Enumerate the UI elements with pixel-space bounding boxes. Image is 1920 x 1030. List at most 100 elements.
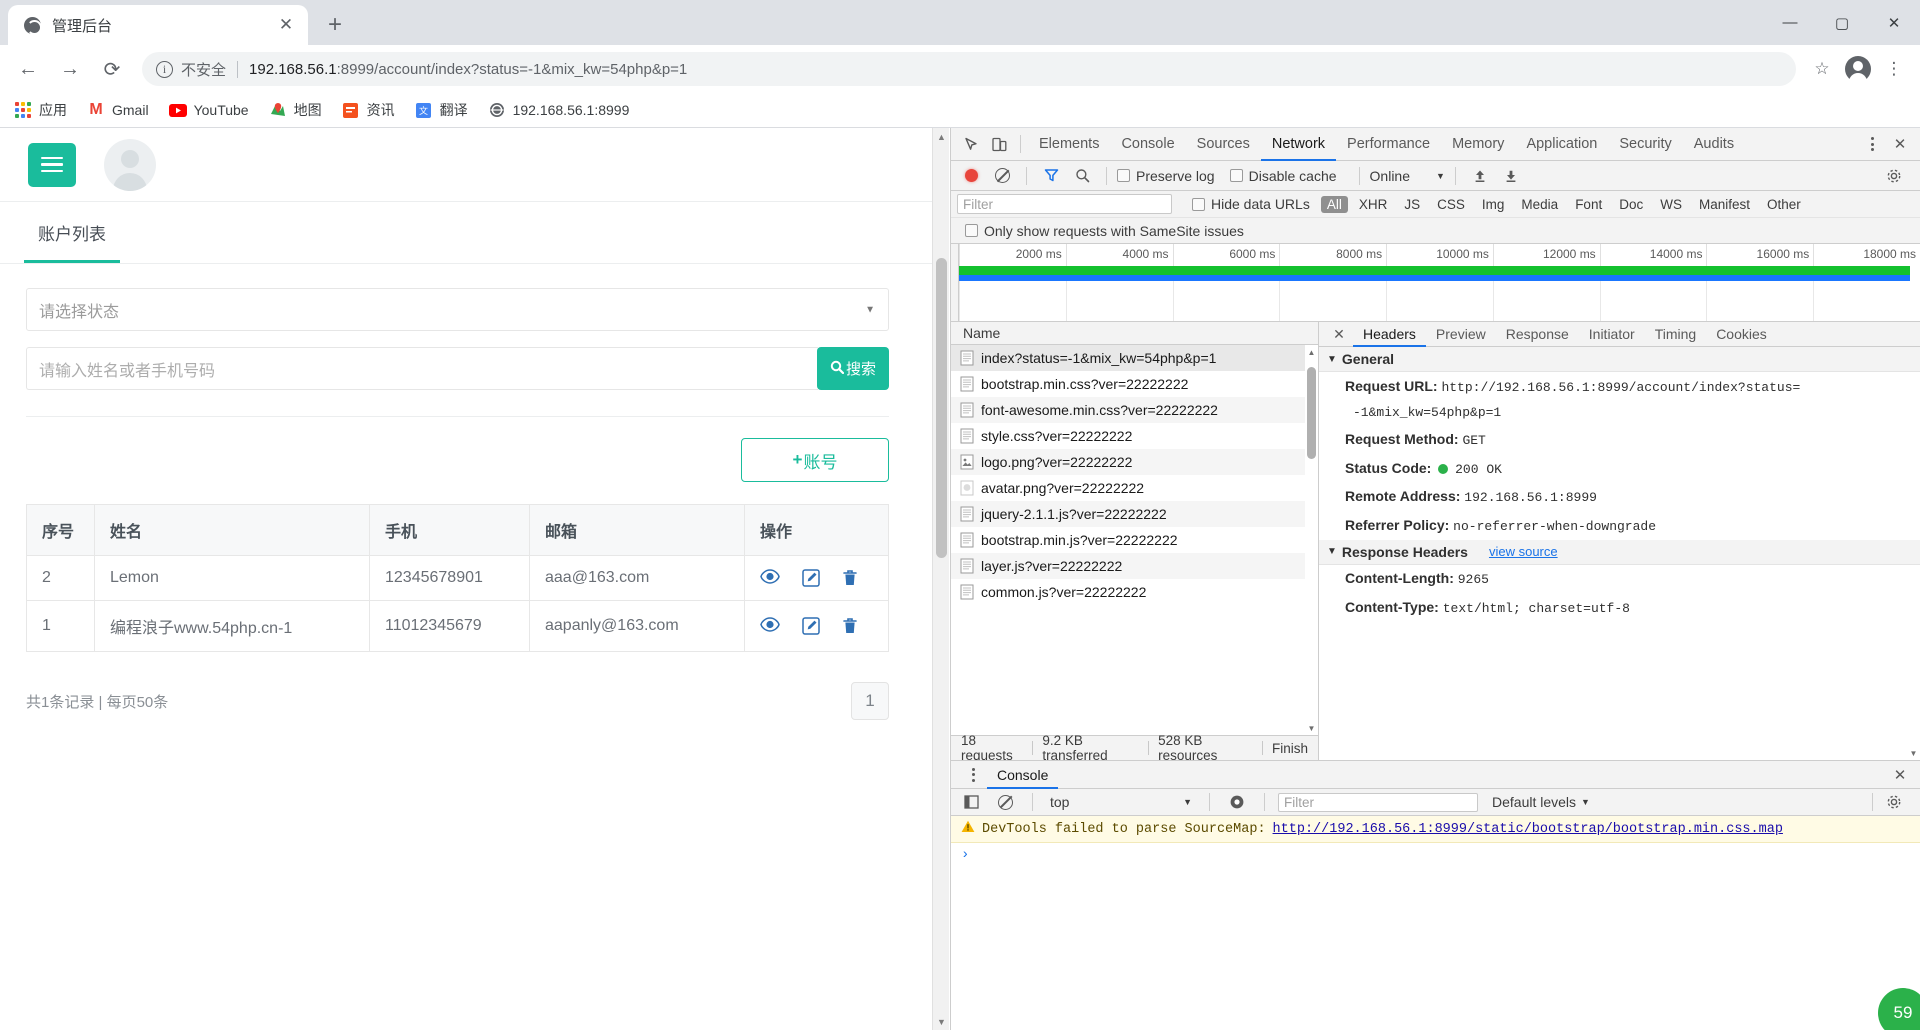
type-filter-other[interactable]: Other <box>1761 196 1807 213</box>
type-filter-manifest[interactable]: Manifest <box>1693 196 1756 213</box>
funnel-icon[interactable] <box>1037 163 1065 189</box>
profile-avatar-icon[interactable] <box>1842 53 1874 85</box>
gear-icon[interactable] <box>1880 789 1908 815</box>
type-filter-xhr[interactable]: XHR <box>1353 196 1394 213</box>
tab-network[interactable]: Network <box>1261 128 1336 161</box>
more-options-icon[interactable] <box>1858 131 1886 157</box>
add-account-button[interactable]: + 账号 <box>741 438 889 482</box>
disable-cache-checkbox[interactable]: Disable cache <box>1229 168 1349 184</box>
type-filter-ws[interactable]: WS <box>1654 196 1688 213</box>
bookmark-news[interactable]: 资讯 <box>342 100 395 120</box>
network-overview[interactable]: 2000 ms 4000 ms 6000 ms 8000 ms 10000 ms… <box>951 244 1920 322</box>
scroll-up-icon[interactable]: ▲ <box>1305 345 1318 359</box>
console-filter-input[interactable]: Filter <box>1278 792 1478 812</box>
pagination-page-1[interactable]: 1 <box>851 682 889 720</box>
tab-console[interactable]: Console <box>1110 128 1185 161</box>
edit-icon[interactable] <box>802 569 820 587</box>
list-item[interactable]: common.js?ver=22222222 <box>951 579 1318 605</box>
scrollbar-thumb[interactable] <box>936 258 947 558</box>
forward-icon[interactable]: → <box>52 51 88 87</box>
clear-icon[interactable] <box>988 163 1016 189</box>
list-item[interactable]: bootstrap.min.css?ver=22222222 <box>951 371 1318 397</box>
view-source-link[interactable]: view source <box>1489 544 1558 559</box>
close-window-icon[interactable]: ✕ <box>1868 0 1920 45</box>
user-avatar-icon[interactable] <box>104 138 156 191</box>
scrollbar-thumb[interactable] <box>1307 367 1316 459</box>
list-item[interactable]: jquery-2.1.1.js?ver=22222222 <box>951 501 1318 527</box>
tab-initiator[interactable]: Initiator <box>1579 322 1645 347</box>
requests-scrollbar[interactable]: ▲ ▼ <box>1305 345 1318 735</box>
response-headers-section-header[interactable]: ▼ Response Headers view source <box>1319 539 1920 565</box>
tab-account-list[interactable]: 账户列表 <box>24 202 120 263</box>
console-message-link[interactable]: http://192.168.56.1:8999/static/bootstra… <box>1273 822 1783 837</box>
list-item[interactable]: logo.png?ver=22222222 <box>951 449 1318 475</box>
list-item[interactable]: bootstrap.min.js?ver=22222222 <box>951 527 1318 553</box>
console-context-select[interactable]: top ▼ <box>1046 794 1196 810</box>
bookmark-translate[interactable]: 文 翻译 <box>415 100 468 120</box>
console-prompt[interactable]: › <box>951 843 1920 867</box>
export-har-icon[interactable] <box>1497 163 1525 189</box>
list-item[interactable]: font-awesome.min.css?ver=22222222 <box>951 397 1318 423</box>
eye-icon[interactable] <box>760 569 780 587</box>
more-tabs-icon[interactable] <box>959 762 987 788</box>
type-filter-all[interactable]: All <box>1320 195 1348 213</box>
status-select[interactable]: 请选择状态 ▼ <box>26 288 889 331</box>
new-tab-button[interactable]: + <box>318 8 352 42</box>
tab-response[interactable]: Response <box>1496 322 1579 347</box>
chrome-menu-icon[interactable]: ⋮ <box>1878 53 1910 85</box>
page-scrollbar[interactable]: ▲ ▼ <box>932 128 949 1030</box>
list-item[interactable]: layer.js?ver=22222222 <box>951 553 1318 579</box>
bookmark-gmail[interactable]: M Gmail <box>87 101 148 119</box>
hide-data-urls-checkbox[interactable]: Hide data URLs <box>1192 196 1316 212</box>
type-filter-img[interactable]: Img <box>1476 196 1511 213</box>
throttling-select[interactable]: Online ▼ <box>1370 168 1445 184</box>
inspect-icon[interactable] <box>957 131 985 157</box>
type-filter-media[interactable]: Media <box>1515 196 1564 213</box>
hamburger-icon[interactable] <box>28 142 76 187</box>
minimize-icon[interactable]: — <box>1764 0 1816 45</box>
close-icon[interactable]: ✕ <box>1325 321 1353 347</box>
bookmark-host[interactable]: 192.168.56.1:8999 <box>488 101 629 119</box>
details-scrollbar[interactable]: ▼ <box>1907 347 1920 760</box>
search-button[interactable]: 搜索 <box>817 347 889 390</box>
bookmark-youtube[interactable]: YouTube <box>168 101 249 119</box>
bookmark-apps[interactable]: 应用 <box>14 100 67 120</box>
list-item[interactable]: style.css?ver=22222222 <box>951 423 1318 449</box>
device-toolbar-icon[interactable] <box>985 131 1013 157</box>
scroll-down-icon[interactable]: ▼ <box>1305 721 1318 735</box>
scroll-down-icon[interactable]: ▼ <box>1907 746 1920 760</box>
clear-console-icon[interactable] <box>991 789 1019 815</box>
maximize-icon[interactable]: ▢ <box>1816 0 1868 45</box>
drawer-tab-console[interactable]: Console <box>987 761 1058 789</box>
close-icon[interactable]: ✕ <box>1886 762 1914 788</box>
tab-preview[interactable]: Preview <box>1426 322 1496 347</box>
preserve-log-checkbox[interactable]: Preserve log <box>1117 168 1227 184</box>
tab-memory[interactable]: Memory <box>1441 128 1515 161</box>
tab-security[interactable]: Security <box>1608 128 1682 161</box>
list-item[interactable]: index?status=-1&mix_kw=54php&p=1 <box>951 345 1318 371</box>
close-icon[interactable]: ✕ <box>274 13 298 37</box>
address-bar[interactable]: i 不安全 192.168.56.1:8999/account/index?st… <box>142 52 1796 86</box>
list-item[interactable]: avatar.png?ver=22222222 <box>951 475 1318 501</box>
back-icon[interactable]: ← <box>10 51 46 87</box>
eye-icon[interactable] <box>760 617 780 635</box>
close-icon[interactable]: ✕ <box>1886 131 1914 157</box>
tab-application[interactable]: Application <box>1515 128 1608 161</box>
info-icon[interactable]: i <box>156 60 173 78</box>
tab-audits[interactable]: Audits <box>1683 128 1745 161</box>
type-filter-doc[interactable]: Doc <box>1613 196 1649 213</box>
trash-icon[interactable] <box>842 569 858 587</box>
type-filter-font[interactable]: Font <box>1569 196 1608 213</box>
record-stop-icon[interactable] <box>957 163 985 189</box>
network-filter-input[interactable]: Filter <box>957 194 1172 214</box>
reload-icon[interactable]: ⟳ <box>94 51 130 87</box>
tab-elements[interactable]: Elements <box>1028 128 1110 161</box>
search-icon[interactable] <box>1068 163 1096 189</box>
type-filter-js[interactable]: JS <box>1398 196 1426 213</box>
trash-icon[interactable] <box>842 617 858 635</box>
tab-headers[interactable]: Headers <box>1353 322 1426 347</box>
scroll-up-icon[interactable]: ▲ <box>933 128 949 145</box>
bookmark-star-icon[interactable]: ☆ <box>1806 53 1838 85</box>
edit-icon[interactable] <box>802 617 820 635</box>
show-sidebar-icon[interactable] <box>957 789 985 815</box>
